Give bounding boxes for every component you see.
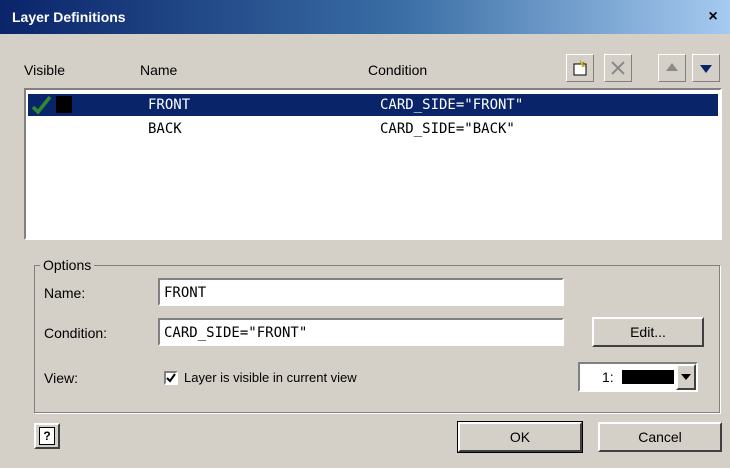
- edit-button-label: Edit...: [630, 324, 666, 340]
- move-down-button[interactable]: [692, 54, 720, 82]
- column-header-name: Name: [140, 62, 178, 78]
- ok-button[interactable]: OK: [457, 421, 583, 453]
- view-color-swatch: [622, 370, 674, 384]
- title-bar: Layer Definitions ×: [0, 0, 730, 34]
- move-up-button[interactable]: [658, 54, 686, 82]
- view-select-value: 1:: [602, 369, 614, 385]
- delete-layer-button[interactable]: [604, 54, 632, 82]
- new-layer-button[interactable]: [566, 54, 594, 82]
- layer-condition: CARD_SIDE="BACK": [380, 121, 515, 137]
- ok-button-label: OK: [509, 429, 531, 445]
- layer-condition: CARD_SIDE="FRONT": [380, 97, 524, 113]
- help-button[interactable]: ?: [34, 423, 60, 449]
- move-down-icon: [698, 61, 714, 75]
- layer-visible-checkbox-label[interactable]: Layer is visible in current view: [184, 370, 357, 385]
- name-label: Name:: [44, 285, 86, 301]
- chevron-down-icon[interactable]: [676, 364, 696, 390]
- layer-name: FRONT: [148, 97, 191, 113]
- name-field[interactable]: FRONT: [158, 278, 564, 306]
- layer-visible-checkbox[interactable]: [164, 371, 178, 385]
- layer-definitions-dialog: Layer Definitions × Visible Name Conditi…: [0, 0, 730, 468]
- visible-check-icon[interactable]: [30, 95, 52, 119]
- new-layer-icon: [571, 59, 589, 77]
- condition-label: Condition:: [44, 325, 108, 341]
- column-header-visible: Visible: [24, 62, 65, 78]
- layer-list[interactable]: FRONT CARD_SIDE="FRONT" BACK CARD_SIDE="…: [24, 88, 722, 240]
- edit-button[interactable]: Edit...: [592, 317, 704, 347]
- cancel-button-label: Cancel: [638, 429, 682, 445]
- move-up-icon: [664, 61, 680, 75]
- cancel-button[interactable]: Cancel: [598, 422, 722, 452]
- options-group-label: Options: [40, 257, 95, 273]
- view-select[interactable]: 1:: [578, 362, 698, 392]
- condition-field[interactable]: CARD_SIDE="FRONT": [158, 318, 564, 346]
- help-icon: ?: [39, 427, 55, 445]
- layer-name: BACK: [148, 121, 182, 137]
- layer-color-swatch: [56, 96, 72, 113]
- layer-row-back[interactable]: BACK CARD_SIDE="BACK": [28, 118, 718, 140]
- view-label: View:: [44, 370, 78, 386]
- delete-layer-icon: [609, 59, 627, 77]
- layer-row-front[interactable]: FRONT CARD_SIDE="FRONT": [28, 94, 718, 116]
- close-icon[interactable]: ×: [702, 7, 724, 27]
- column-header-condition: Condition: [368, 62, 428, 78]
- dialog-title: Layer Definitions: [12, 9, 126, 25]
